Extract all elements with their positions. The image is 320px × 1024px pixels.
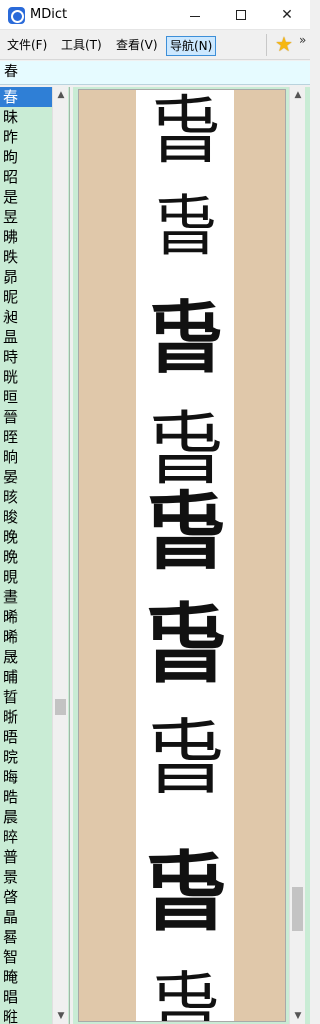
seal-script-glyph: 旾 xyxy=(142,482,227,581)
word-list-item[interactable]: 晶 xyxy=(0,907,52,927)
maximize-button[interactable] xyxy=(218,0,264,30)
maximize-icon xyxy=(236,10,246,20)
menu-file[interactable]: 文件(F) xyxy=(4,36,50,56)
window-title: MDict xyxy=(30,7,68,22)
word-list-item[interactable]: 昧 xyxy=(0,107,52,127)
word-list-item[interactable]: 晩 xyxy=(0,547,52,567)
toolbar-separator xyxy=(266,34,267,56)
word-list-item[interactable]: 晵 xyxy=(0,887,52,907)
word-list-item[interactable]: 晄 xyxy=(0,367,52,387)
chevron-down-icon[interactable]: ▼ xyxy=(290,1008,306,1024)
close-button[interactable]: ✕ xyxy=(264,0,310,30)
seal-script-glyph: 旾 xyxy=(143,711,226,806)
word-list-item[interactable]: 昨 xyxy=(0,127,52,147)
word-list-item[interactable]: 昱 xyxy=(0,207,52,227)
menu-view[interactable]: 查看(V) xyxy=(113,36,161,56)
menu-bar: 文件(F) 工具(T) 查看(V) 导航(N) ★ » xyxy=(0,30,310,60)
word-list-item[interactable]: 晦 xyxy=(0,767,52,787)
word-list-item[interactable]: 昴 xyxy=(0,267,52,287)
word-list-item[interactable]: 晞 xyxy=(0,627,52,647)
word-list-item[interactable]: 晌 xyxy=(0,447,52,467)
definition-pane: 旾旾旾旾旾旾旾旾旾 ▲ ▼ xyxy=(73,87,310,1024)
word-list-item[interactable]: 晏 xyxy=(0,467,52,487)
word-list-item[interactable]: 晧 xyxy=(0,787,52,807)
title-bar: MDict ✕ xyxy=(0,0,310,30)
word-list-item[interactable]: 晡 xyxy=(0,667,52,687)
word-list-items: 春昧昨昫昭是昱昲昳昴昵昶昷時晄晅晉晊晌晏晐晙晚晩晛晝晞晞晟晡晢晣晤晥晦晧晨晬普景… xyxy=(0,87,52,1024)
word-list-item[interactable]: 昵 xyxy=(0,287,52,307)
word-list-item[interactable]: 時 xyxy=(0,347,52,367)
chevron-up-icon[interactable]: ▲ xyxy=(53,87,69,103)
seal-script-glyph: 旾 xyxy=(152,188,218,265)
word-list-item[interactable]: 智 xyxy=(0,947,52,967)
word-list-item[interactable]: 晷 xyxy=(0,927,52,947)
seal-script-glyph: 旾 xyxy=(145,403,225,496)
word-list-item[interactable]: 景 xyxy=(0,867,52,887)
definition-scroll-thumb[interactable] xyxy=(292,887,303,931)
word-list-item[interactable]: 晬 xyxy=(0,827,52,847)
definition-scrollbar[interactable]: ▲ ▼ xyxy=(289,87,305,1024)
word-list-item[interactable]: 晣 xyxy=(0,707,52,727)
word-list-item[interactable]: 是 xyxy=(0,187,52,207)
word-list-item[interactable]: 晥 xyxy=(0,747,52,767)
seal-script-glyph: 旾 xyxy=(142,594,228,695)
word-list-item[interactable]: 昲 xyxy=(0,227,52,247)
mdict-app-icon xyxy=(8,7,25,24)
chevron-up-icon[interactable]: ▲ xyxy=(290,87,306,103)
search-input[interactable]: 春 xyxy=(0,61,310,85)
word-list-item[interactable]: 晻 xyxy=(0,967,52,987)
word-list-item[interactable]: 晤 xyxy=(0,727,52,747)
word-list-item[interactable]: 晨 xyxy=(0,807,52,827)
word-list-item[interactable]: 暀 xyxy=(0,1007,52,1024)
toolbar-overflow-chevron[interactable]: » xyxy=(299,33,306,47)
seal-script-glyph: 旾 xyxy=(148,964,221,1021)
star-icon[interactable]: ★ xyxy=(275,32,293,56)
word-list-scroll-thumb[interactable] xyxy=(55,699,66,715)
seal-script-glyph-column: 旾旾旾旾旾旾旾旾旾 xyxy=(136,90,234,1021)
definition-page: 旾旾旾旾旾旾旾旾旾 xyxy=(78,89,286,1022)
word-list-item[interactable]: 晝 xyxy=(0,587,52,607)
word-list-item[interactable]: 晞 xyxy=(0,607,52,627)
word-list-item[interactable]: 晙 xyxy=(0,507,52,527)
word-list-item[interactable]: 晢 xyxy=(0,687,52,707)
word-list-item[interactable]: 晚 xyxy=(0,527,52,547)
word-list-item[interactable]: 春 xyxy=(0,87,52,107)
menu-navigate[interactable]: 导航(N) xyxy=(166,36,217,56)
word-list-item[interactable]: 普 xyxy=(0,847,52,867)
word-list-item[interactable]: 晛 xyxy=(0,567,52,587)
minimize-button[interactable] xyxy=(172,0,218,30)
word-list-item[interactable]: 昫 xyxy=(0,147,52,167)
word-list: 春昧昨昫昭是昱昲昳昴昵昶昷時晄晅晉晊晌晏晐晙晚晩晛晝晞晞晟晡晢晣晤晥晦晧晨晬普景… xyxy=(0,87,70,1024)
word-list-item[interactable]: 晅 xyxy=(0,387,52,407)
word-list-item[interactable]: 晐 xyxy=(0,487,52,507)
word-list-item[interactable]: 昷 xyxy=(0,327,52,347)
seal-script-glyph: 旾 xyxy=(145,293,224,384)
word-list-item[interactable]: 晿 xyxy=(0,987,52,1007)
menu-tools[interactable]: 工具(T) xyxy=(58,36,105,56)
word-list-item[interactable]: 晉 xyxy=(0,407,52,427)
word-list-item[interactable]: 昭 xyxy=(0,167,52,187)
word-list-item[interactable]: 晟 xyxy=(0,647,52,667)
word-list-item[interactable]: 昳 xyxy=(0,247,52,267)
word-list-scrollbar[interactable]: ▲ ▼ xyxy=(52,87,68,1024)
word-list-item[interactable]: 昶 xyxy=(0,307,52,327)
word-list-item[interactable]: 晊 xyxy=(0,427,52,447)
seal-script-glyph: 旾 xyxy=(142,842,228,943)
seal-script-glyph: 旾 xyxy=(148,90,222,174)
chevron-down-icon[interactable]: ▼ xyxy=(53,1008,69,1024)
minimize-icon xyxy=(190,15,200,17)
